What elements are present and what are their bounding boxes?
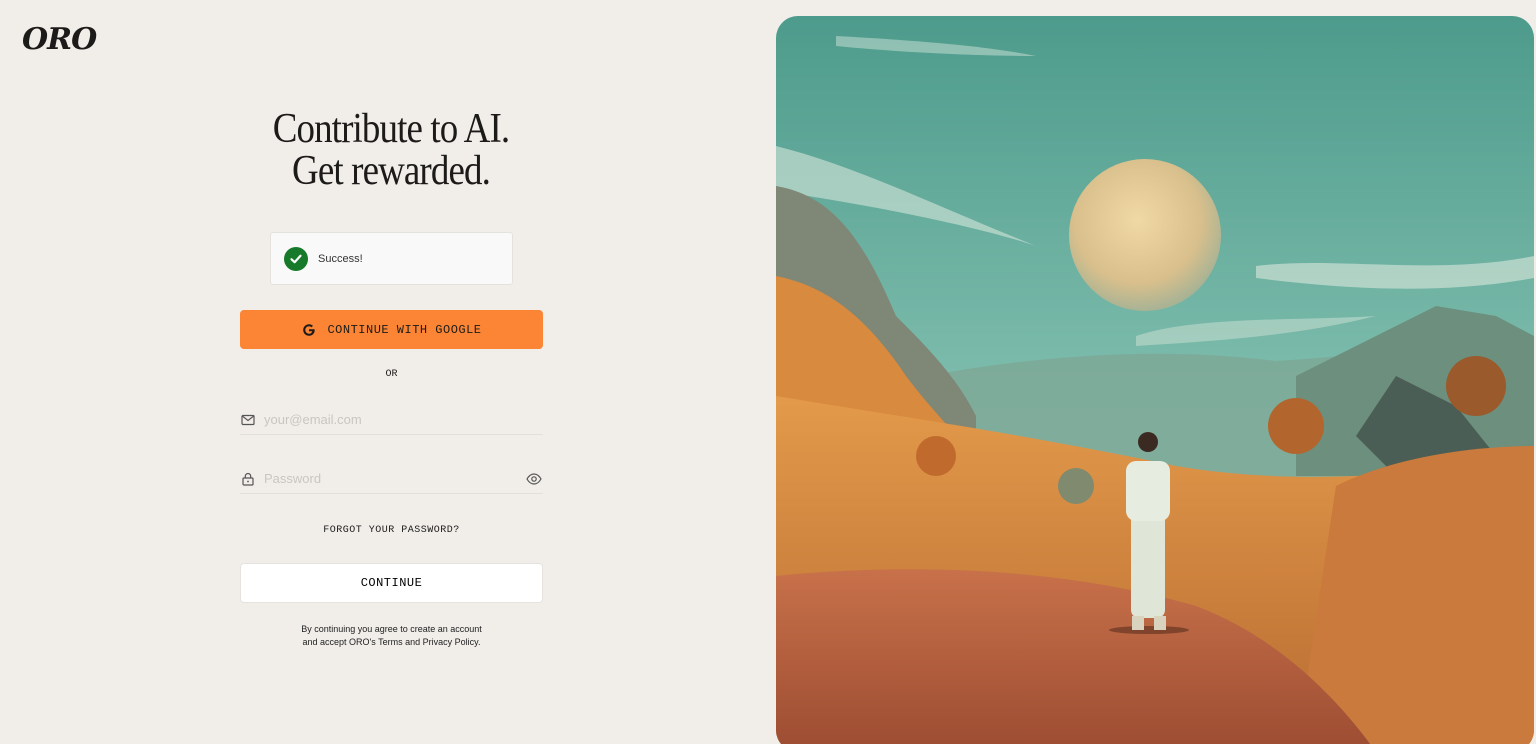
email-input[interactable] — [264, 412, 543, 427]
google-icon — [301, 322, 317, 338]
mail-icon — [241, 414, 257, 426]
eye-icon[interactable] — [526, 472, 542, 485]
email-field[interactable] — [240, 405, 543, 435]
headline: Contribute to AI. Get rewarded. — [47, 108, 735, 192]
landscape-illustration — [776, 16, 1534, 744]
or-divider: OR — [385, 369, 398, 380]
forgot-password-link[interactable]: FORGOT YOUR PASSWORD? — [240, 525, 543, 536]
terms-text: By continuing you agree to create an acc… — [240, 623, 543, 649]
headline-line-2: Get rewarded. — [292, 148, 491, 194]
lock-icon — [241, 472, 257, 486]
continue-with-google-button[interactable]: CONTINUE WITH GOOGLE — [240, 310, 543, 349]
success-toast: Success! — [270, 232, 513, 285]
terms-line-1: By continuing you agree to create an acc… — [301, 624, 482, 634]
continue-button[interactable]: CONTINUE — [240, 563, 543, 603]
terms-line-2: and accept ORO's Terms and Privacy Polic… — [302, 637, 481, 647]
headline-line-1: Contribute to AI. — [272, 106, 510, 152]
success-toast-text: Success! — [318, 252, 363, 265]
check-circle-icon — [284, 246, 308, 271]
google-button-label: CONTINUE WITH GOOGLE — [327, 322, 482, 337]
login-panel: Contribute to AI. Get rewarded. Success!… — [0, 0, 776, 744]
password-input[interactable] — [264, 471, 526, 486]
password-field[interactable] — [240, 464, 543, 494]
hero-image — [776, 16, 1534, 744]
